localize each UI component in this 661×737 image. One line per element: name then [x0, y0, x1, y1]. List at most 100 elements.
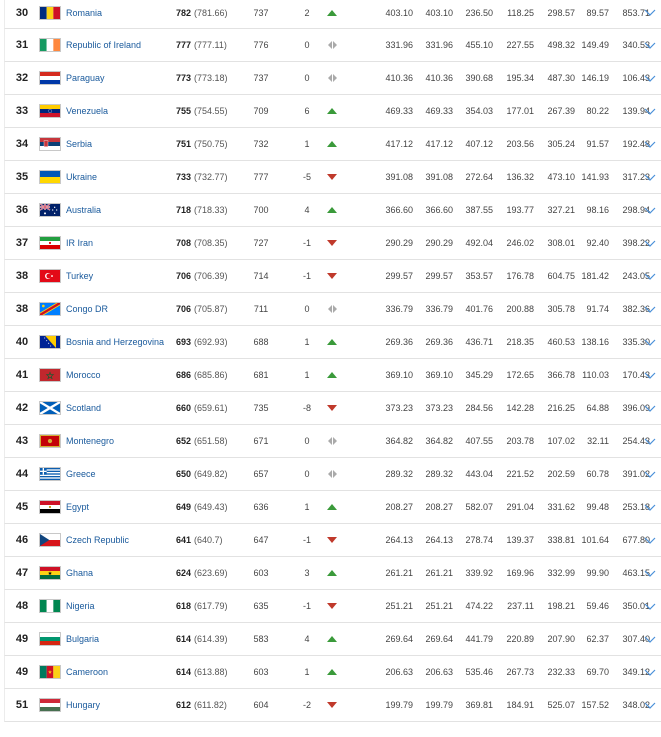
trend-icon [324, 194, 340, 226]
rank-movement-cell: -1 [302, 601, 311, 611]
country-name-link[interactable]: Turkey [66, 260, 93, 292]
trend-icon [324, 524, 340, 556]
country-name-link[interactable]: Bosnia and Herzegovina [66, 326, 164, 358]
total-points-cell: 641 (640.7) [176, 524, 223, 556]
triangle-up-icon [327, 9, 337, 16]
country-flag-icon [39, 302, 61, 316]
country-name-link[interactable]: Greece [66, 458, 96, 490]
country-name-link[interactable]: Montenegro [66, 425, 114, 457]
expand-row-button[interactable] [642, 623, 658, 655]
table-row: 31 Republic of Ireland 777 (777.11) 776 0… [4, 29, 661, 62]
total-points-cell: 660 (659.61) [176, 392, 228, 424]
trend-icon [324, 62, 340, 94]
expand-row-button[interactable] [642, 260, 658, 292]
country-name-link[interactable]: Nigeria [66, 590, 95, 622]
country-flag-icon [39, 104, 61, 118]
chevron-down-icon [644, 570, 656, 577]
country-flag-icon [39, 137, 61, 151]
total-points: 708 [176, 238, 192, 248]
total-points-exact: (732.77) [194, 172, 228, 182]
total-points: 618 [176, 601, 192, 611]
table-row: 34 Serbia 751 (750.75) 732 1 417.12 417.1… [4, 128, 661, 161]
chevron-down-icon [644, 42, 656, 49]
chevron-down-icon [644, 504, 656, 511]
trend-icon [324, 425, 340, 457]
rank-cell: 40 [15, 336, 29, 348]
country-flag-icon [39, 632, 61, 646]
country-name-link[interactable]: IR Iran [66, 227, 93, 259]
country-name-link[interactable]: Romania [66, 0, 102, 28]
previous-points-cell: 635 [253, 601, 269, 611]
total-points-exact: (750.75) [194, 139, 228, 149]
previous-points-cell: 711 [253, 304, 269, 314]
total-points-exact: (754.55) [194, 106, 228, 116]
country-name-link[interactable]: Cameroon [66, 656, 108, 688]
triangle-up-icon [327, 372, 337, 378]
expand-row-button[interactable] [642, 425, 658, 457]
country-name-link[interactable]: Paraguay [66, 62, 105, 94]
total-points-exact: (708.35) [194, 238, 228, 248]
country-flag-icon [39, 500, 61, 514]
total-points-exact: (781.66) [194, 7, 228, 18]
country-name-link[interactable]: Morocco [66, 359, 101, 391]
country-name-link[interactable]: Serbia [66, 128, 92, 160]
country-name-link[interactable]: Egypt [66, 491, 89, 523]
trend-icon [324, 656, 340, 688]
country-name-link[interactable]: Hungary [66, 689, 100, 721]
expand-row-button[interactable] [642, 62, 658, 94]
previous-points-cell: 714 [253, 271, 269, 281]
total-points-cell: 618 (617.79) [176, 590, 228, 622]
rank-movement-cell: 0 [304, 73, 310, 83]
expand-row-button[interactable] [642, 326, 658, 358]
expand-row-button[interactable] [642, 392, 658, 424]
expand-row-button[interactable] [642, 656, 658, 688]
expand-row-button[interactable] [642, 491, 658, 523]
expand-row-button[interactable] [642, 95, 658, 127]
total-points-exact: (685.86) [194, 370, 228, 380]
expand-row-button[interactable] [642, 227, 658, 259]
rank-movement-cell: -2 [302, 700, 311, 710]
expand-row-button[interactable] [642, 524, 658, 556]
total-points: 751 [176, 139, 192, 149]
chevron-down-icon [644, 141, 656, 148]
country-name-link[interactable]: Scotland [66, 392, 101, 424]
trend-icon [324, 326, 340, 358]
expand-row-button[interactable] [642, 689, 658, 721]
expand-row-button[interactable] [642, 557, 658, 589]
triangle-down-icon [327, 405, 337, 411]
triangle-up-icon [327, 669, 337, 675]
country-name-link[interactable]: Venezuela [66, 95, 108, 127]
total-points-exact: (705.87) [194, 304, 228, 314]
country-name-link[interactable]: Bulgaria [66, 623, 99, 655]
chevron-down-icon [644, 240, 656, 247]
country-name-link[interactable]: Congo DR [66, 293, 108, 325]
expand-row-button[interactable] [642, 0, 658, 28]
expand-row-button[interactable] [642, 458, 658, 490]
expand-row-button[interactable] [642, 359, 658, 391]
chevron-down-icon [644, 75, 656, 82]
country-name-link[interactable]: Ghana [66, 557, 93, 589]
previous-points-cell: 647 [253, 535, 269, 545]
expand-row-button[interactable] [642, 194, 658, 226]
table-row: 43 Montenegro 652 (651.58) 671 0 364.82 3… [4, 425, 661, 458]
country-name-link[interactable]: Republic of Ireland [66, 29, 141, 61]
country-flag-icon [39, 203, 61, 217]
table-row: 38 Congo DR 706 (705.87) 711 0 336.79 336… [4, 293, 661, 326]
rank-cell: 49 [15, 633, 29, 645]
previous-points-cell: 681 [253, 370, 269, 380]
country-name-link[interactable]: Australia [66, 194, 101, 226]
chevron-down-icon [644, 273, 656, 280]
expand-row-button[interactable] [642, 29, 658, 61]
ranking-table: 30 Romania 782 (781.66) 737 2 403.10 403.… [4, 0, 661, 722]
total-points-cell: 751 (750.75) [176, 128, 228, 160]
country-name-link[interactable]: Ukraine [66, 161, 97, 193]
country-flag-icon [39, 665, 61, 679]
triangle-up-icon [327, 108, 337, 114]
expand-row-button[interactable] [642, 128, 658, 160]
country-name-link[interactable]: Czech Republic [66, 524, 129, 556]
expand-row-button[interactable] [642, 590, 658, 622]
expand-row-button[interactable] [642, 293, 658, 325]
rank-cell: 38 [15, 270, 29, 282]
expand-row-button[interactable] [642, 161, 658, 193]
country-flag-icon [39, 236, 61, 250]
